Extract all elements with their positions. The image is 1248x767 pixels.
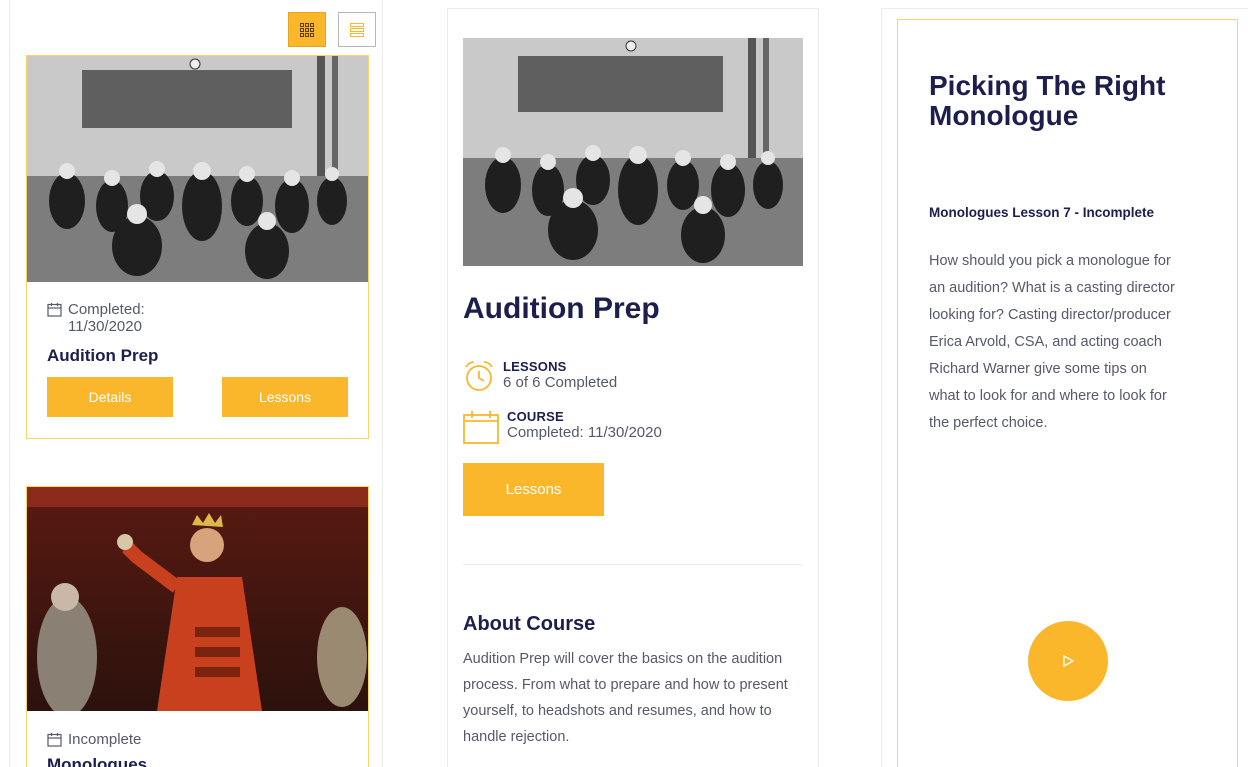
course-image	[27, 487, 368, 711]
list-icon	[350, 22, 364, 37]
calendar-icon	[47, 303, 62, 317]
calendar-icon	[47, 733, 62, 747]
card-status-text: Incomplete	[68, 731, 142, 748]
about-course-heading: About Course	[463, 613, 596, 635]
lessons-value: 6 of 6 Completed	[503, 374, 618, 391]
grid-view-button[interactable]	[288, 12, 326, 47]
course-card-monologues[interactable]: Incomplete Monologues	[26, 486, 369, 767]
alarm-clock-icon	[465, 361, 493, 391]
card-status-line2: 11/30/2020	[68, 318, 142, 335]
course-image	[463, 38, 803, 266]
course-detail-panel: Audition Prep LESSONS 6 of 6 Completed C…	[447, 8, 819, 767]
lesson-panel: Picking The Right Monologue Monologues L…	[881, 8, 1248, 767]
card-title[interactable]: Monologues	[47, 755, 147, 767]
grid-icon	[300, 22, 314, 37]
lesson-subtitle: Monologues Lesson 7 - Incomplete	[929, 205, 1155, 220]
lessons-button[interactable]: Lessons	[222, 377, 348, 417]
card-status: Incomplete	[47, 731, 141, 748]
card-status: Completed: 11/30/2020	[47, 301, 145, 335]
list-view-button[interactable]	[338, 12, 376, 47]
details-button[interactable]: Details	[47, 377, 173, 417]
about-course-text: Audition Prep will cover the basics on t…	[463, 651, 788, 745]
course-value: Completed: 11/30/2020	[507, 424, 662, 441]
lessons-button[interactable]: Lessons	[463, 463, 604, 516]
course-image	[27, 56, 368, 282]
course-list-panel: Completed: 11/30/2020 Audition Prep Detai…	[9, 0, 383, 767]
course-card-audition-prep[interactable]: Completed: 11/30/2020 Audition Prep Detai…	[26, 55, 369, 439]
course-label: COURSE	[507, 409, 564, 424]
play-button[interactable]	[1028, 621, 1108, 701]
course-title: Audition Prep	[463, 292, 660, 325]
card-title[interactable]: Audition Prep	[47, 346, 158, 366]
card-status-line1: Completed:	[68, 301, 145, 318]
lessons-stat: LESSONS 6 of 6 Completed	[463, 359, 617, 393]
calendar-icon	[463, 411, 499, 444]
course-stat: COURSE Completed: 11/30/2020	[463, 409, 662, 445]
lesson-title: Picking The Right Monologue	[929, 70, 1166, 131]
divider	[463, 564, 803, 565]
lesson-description: How should you pick a monologue for an a…	[929, 253, 1175, 431]
lessons-label: LESSONS	[503, 359, 567, 374]
play-icon	[1063, 654, 1075, 668]
